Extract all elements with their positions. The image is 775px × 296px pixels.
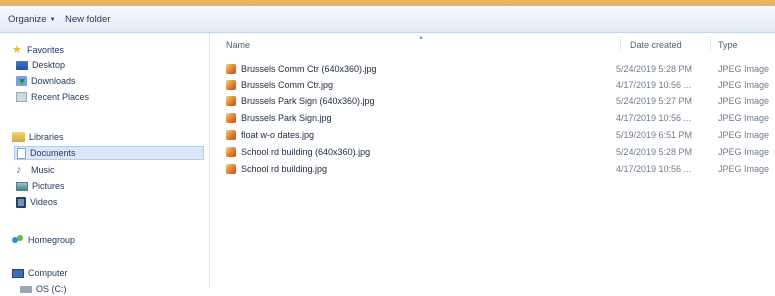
nav-music[interactable]: ♪ Music xyxy=(16,163,55,177)
nav-homegroup[interactable]: Homegroup xyxy=(12,233,75,247)
file-type: JPEG Image xyxy=(718,64,770,74)
file-date-created: 4/17/2019 10:56 ... xyxy=(616,164,692,174)
new-folder-button[interactable]: New folder xyxy=(65,14,110,25)
nav-videos[interactable]: Videos xyxy=(16,195,57,209)
file-name: School rd building.jpg xyxy=(241,164,328,174)
navigation-pane: ★ Favorites Desktop Downloads Recent Plac… xyxy=(0,33,210,294)
column-divider[interactable] xyxy=(710,37,711,51)
nav-label: Favorites xyxy=(27,45,65,55)
file-date-created: 5/24/2019 5:27 PM xyxy=(616,96,693,106)
organize-button[interactable]: Organize ▼ xyxy=(8,14,56,25)
file-name: School rd building (640x360).jpg xyxy=(241,147,371,157)
file-date-created: 5/19/2019 6:51 PM xyxy=(616,130,693,140)
nav-label: OS (C:) xyxy=(36,284,67,294)
nav-label: Videos xyxy=(30,197,58,207)
chevron-down-icon: ▼ xyxy=(49,17,56,23)
file-row[interactable]: Brussels Park Sign (640x360).jpg 5/24/20… xyxy=(226,94,775,109)
file-name: Brussels Park Sign (640x360).jpg xyxy=(241,96,375,106)
pictures-icon xyxy=(16,181,28,191)
music-note-icon: ♪ xyxy=(16,163,22,176)
desktop-icon xyxy=(16,60,28,70)
file-row[interactable]: Brussels Comm Ctr (640x360).jpg 5/24/201… xyxy=(226,62,775,77)
jpeg-file-icon xyxy=(226,113,236,123)
nav-recent-places[interactable]: Recent Places xyxy=(16,90,89,104)
file-name: float w-o dates.jpg xyxy=(241,130,315,140)
nav-documents[interactable]: Documents xyxy=(14,146,204,160)
nav-label: Pictures xyxy=(32,181,65,191)
star-icon: ★ xyxy=(12,43,22,56)
videos-icon xyxy=(16,196,26,208)
file-name: Brussels Park Sign.jpg xyxy=(241,113,332,123)
downloads-icon xyxy=(16,76,27,86)
column-header-date-created[interactable]: Date created xyxy=(630,40,682,50)
file-date-created: 4/17/2019 10:56 ... xyxy=(616,113,692,123)
recent-places-icon xyxy=(16,92,27,102)
jpeg-file-icon xyxy=(226,147,236,157)
nav-label: Computer xyxy=(28,268,68,278)
file-row[interactable]: float w-o dates.jpg 5/19/2019 6:51 PM JP… xyxy=(226,128,775,143)
file-row[interactable]: Brussels Comm Ctr.jpg 4/17/2019 10:56 ..… xyxy=(226,78,775,93)
drive-icon xyxy=(20,285,32,293)
nav-label: Downloads xyxy=(31,76,76,86)
column-header-type[interactable]: Type xyxy=(718,40,738,50)
homegroup-icon xyxy=(12,235,24,245)
file-date-created: 5/24/2019 5:28 PM xyxy=(616,147,693,157)
column-divider[interactable] xyxy=(620,37,621,51)
file-name: Brussels Comm Ctr.jpg xyxy=(241,80,334,90)
file-type: JPEG Image xyxy=(718,96,770,106)
sort-up-icon: ▲ xyxy=(418,35,424,41)
nav-label: Desktop xyxy=(32,60,66,70)
jpeg-file-icon xyxy=(226,164,236,174)
nav-label: Recent Places xyxy=(31,92,90,102)
nav-computer[interactable]: Computer xyxy=(12,266,68,280)
nav-label: Documents xyxy=(30,148,76,158)
jpeg-file-icon xyxy=(226,96,236,106)
file-row[interactable]: School rd building.jpg 4/17/2019 10:56 .… xyxy=(226,162,775,177)
computer-icon xyxy=(12,268,24,278)
file-name: Brussels Comm Ctr (640x360).jpg xyxy=(241,64,377,74)
nav-pictures[interactable]: Pictures xyxy=(16,179,65,193)
file-type: JPEG Image xyxy=(718,113,770,123)
file-list-pane: Name ▲ Date created Type Brussels Comm C… xyxy=(210,33,775,289)
file-type: JPEG Image xyxy=(718,147,770,157)
file-row[interactable]: Brussels Park Sign.jpg 4/17/2019 10:56 .… xyxy=(226,111,775,126)
nav-label: Music xyxy=(31,165,55,175)
document-icon xyxy=(17,147,26,159)
file-type: JPEG Image xyxy=(718,164,770,174)
file-row[interactable]: School rd building (640x360).jpg 5/24/20… xyxy=(226,145,775,160)
jpeg-file-icon xyxy=(226,130,236,140)
jpeg-file-icon xyxy=(226,80,236,90)
nav-label: Libraries xyxy=(29,132,64,142)
file-type: JPEG Image xyxy=(718,80,770,90)
file-date-created: 4/17/2019 10:56 ... xyxy=(616,80,692,90)
nav-libraries[interactable]: Libraries xyxy=(12,130,64,144)
nav-favorites[interactable]: ★ Favorites xyxy=(12,43,64,57)
libraries-icon xyxy=(12,132,25,142)
nav-label: Homegroup xyxy=(28,235,76,245)
file-type: JPEG Image xyxy=(718,130,770,140)
nav-downloads[interactable]: Downloads xyxy=(16,74,76,88)
column-header-name[interactable]: Name xyxy=(226,40,250,50)
nav-desktop[interactable]: Desktop xyxy=(16,58,65,72)
organize-label: Organize xyxy=(8,14,47,25)
command-toolbar: Organize ▼ New folder xyxy=(0,6,775,33)
jpeg-file-icon xyxy=(226,64,236,74)
nav-os-drive[interactable]: OS (C:) xyxy=(20,282,67,296)
file-date-created: 5/24/2019 5:28 PM xyxy=(616,64,693,74)
